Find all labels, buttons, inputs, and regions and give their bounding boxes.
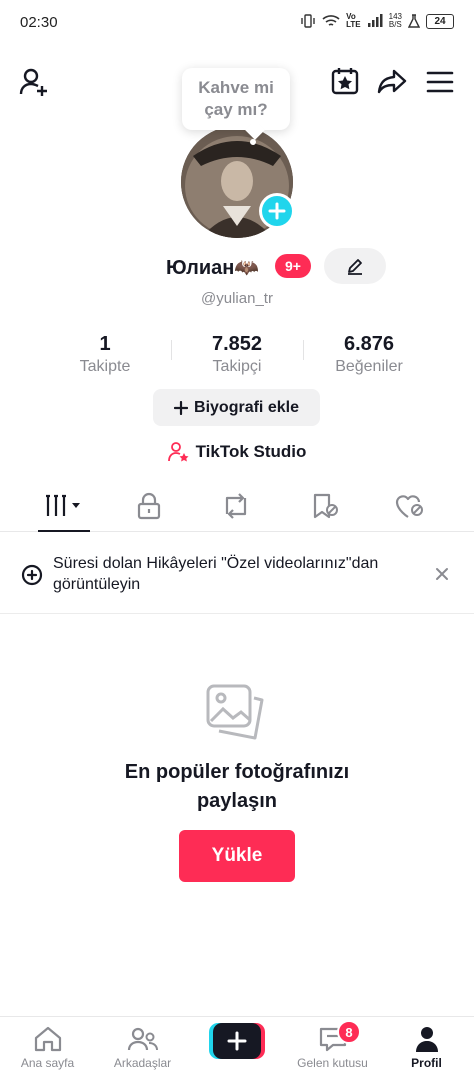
profile-tabs (0, 480, 474, 532)
nav-label: Ana sayfa (20, 1056, 75, 1070)
stat-value: 7.852 (211, 333, 263, 355)
share-icon (377, 69, 407, 94)
tab-favorites[interactable] (285, 480, 365, 532)
expired-stories-banner[interactable]: Süresi dolan Hikâyeleri "Özel videoların… (0, 546, 474, 614)
signal-icon (367, 14, 383, 27)
volte-icon: Vo LTE (346, 12, 361, 29)
home-icon (34, 1026, 61, 1052)
note-bubble[interactable]: Kahve mi çay mı? (182, 68, 290, 130)
tab-videos[interactable] (24, 480, 104, 532)
studio-label: TikTok Studio (195, 442, 307, 461)
menu-button[interactable] (422, 64, 458, 100)
tiktok-studio-link[interactable]: TikTok Studio (0, 441, 474, 463)
notification-badge[interactable]: 9+ (275, 254, 311, 278)
nav-label: Profil (411, 1056, 442, 1070)
create-button[interactable] (209, 1023, 265, 1059)
stat-likes[interactable]: 6.876 Beğeniler (304, 333, 434, 376)
status-bar: 02:30 Vo LTE 143 B/S 24 (0, 0, 474, 48)
display-name: Юлиан🦇 (166, 257, 260, 279)
nav-inbox[interactable]: Gelen kutusu (285, 1017, 380, 1080)
photos-icon (206, 684, 264, 740)
create-plus-icon (209, 1023, 265, 1059)
tab-private[interactable] (109, 480, 189, 532)
stat-followers[interactable]: 7.852 Takipçi (172, 333, 302, 376)
nav-home[interactable]: Ana sayfa (0, 1017, 95, 1080)
share-profile-button[interactable] (374, 64, 410, 100)
add-bio-button[interactable]: Biyografi ekle (153, 389, 320, 426)
stat-value: 1 (99, 333, 111, 355)
repost-icon (225, 493, 247, 519)
bottom-nav: Ana sayfa Arkadaşlar Gelen kutusu 8 Prof… (0, 1016, 474, 1080)
plus-icon (268, 202, 286, 220)
note-bubble-text: Kahve mi çay mı? (198, 78, 274, 119)
flask-icon (408, 14, 420, 28)
lock-icon (137, 492, 161, 520)
status-time: 02:30 (20, 14, 58, 31)
username: @yulian_tr (201, 290, 273, 307)
tab-liked[interactable] (370, 480, 450, 532)
banner-text: Süresi dolan Hikâyeleri "Özel videoların… (53, 555, 379, 593)
edit-profile-button[interactable] (324, 248, 386, 284)
empty-state-title: En popüler fotoğrafınızı paylaşın (124, 761, 350, 812)
active-tab-indicator (38, 530, 90, 532)
stat-label: Beğeniler (335, 358, 403, 375)
bookmark-hidden-icon (313, 493, 338, 519)
stat-label: Takipçi (212, 358, 262, 375)
note-bubble-dot (250, 139, 256, 145)
vibrate-icon (301, 14, 315, 28)
wifi-icon (322, 15, 340, 26)
upload-button[interactable]: Yükle (179, 830, 295, 882)
stat-label: Takipte (79, 358, 131, 375)
nav-label: Gelen kutusu (297, 1056, 368, 1070)
heart-hidden-icon (395, 495, 423, 518)
add-user-icon (19, 68, 47, 96)
studio-icon (167, 442, 189, 462)
nav-label: Arkadaşlar (113, 1056, 172, 1070)
stat-following[interactable]: 1 Takipte (40, 333, 170, 376)
nav-friends[interactable]: Arkadaşlar (95, 1017, 190, 1080)
calendar-button[interactable] (328, 64, 362, 98)
add-story-button[interactable] (259, 193, 295, 229)
calendar-star-icon (331, 68, 359, 95)
friends-icon (127, 1027, 158, 1051)
story-plus-icon (21, 564, 43, 586)
network-speed: 143 B/S (388, 12, 402, 29)
profile-icon (415, 1027, 438, 1052)
stat-value: 6.876 (343, 333, 395, 355)
pencil-icon (348, 259, 362, 275)
battery-indicator: 24 (426, 13, 454, 29)
plus-icon (174, 400, 189, 415)
hamburger-menu-icon (426, 71, 454, 93)
name-row: Юлиан🦇 9+ (0, 250, 474, 286)
tab-reposts[interactable] (196, 480, 276, 532)
nav-profile[interactable]: Profil (379, 1017, 474, 1080)
add-bio-label: Biyografi ekle (194, 398, 299, 416)
grid-dropdown-icon (46, 494, 80, 516)
inbox-badge: 8 (337, 1020, 361, 1044)
status-icons: Vo LTE 143 B/S 24 (300, 13, 454, 29)
add-friend-button[interactable] (16, 64, 52, 100)
close-icon[interactable] (434, 566, 450, 582)
